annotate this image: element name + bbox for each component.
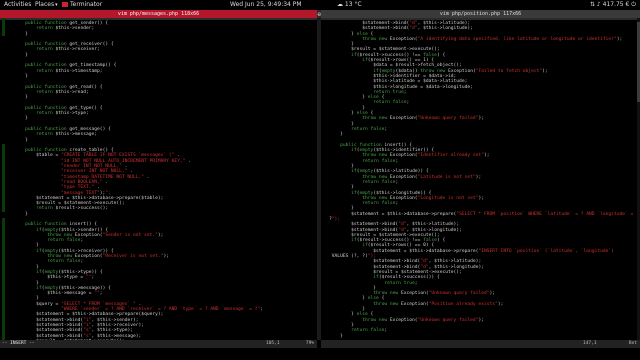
power-icon: ⏻ — [629, 1, 636, 8]
places-menu[interactable]: Places▾ — [35, 0, 58, 10]
left-editor-pane[interactable]: public function get_sender() { return $t… — [0, 18, 317, 340]
right-pane-title[interactable]: vim php/position.php 117x66 — [321, 10, 640, 18]
cursor-position: 105,1 — [266, 341, 280, 346]
app-menu[interactable]: Terminator — [62, 0, 102, 10]
right-status-line: 147,1 Bot — [321, 340, 640, 348]
places-label: Places — [35, 1, 55, 8]
network-icon: ⇅ — [589, 1, 597, 8]
indicator-text: 417.75 € — [602, 1, 630, 8]
left-pane-title[interactable]: vim php/messages.php 118x66 — [0, 10, 317, 18]
system-indicators[interactable]: ⇅ ♪ 417.75 € ⏻ — [590, 0, 636, 10]
code-line[interactable]: throw new Exception("A identifying data … — [329, 37, 640, 42]
activities-button[interactable]: Activities — [4, 0, 31, 10]
scroll-percent: Bot — [628, 341, 637, 346]
weather-text: 13 °C — [344, 1, 362, 8]
right-editor-pane[interactable]: $statement->bind("d", $this->latitude); … — [321, 18, 640, 340]
cloud-icon: ☁ — [337, 1, 345, 8]
scroll-percent: 79% — [305, 341, 314, 346]
chevron-down-icon: ▾ — [55, 2, 58, 8]
right-code-area[interactable]: $statement->bind("d", $this->latitude); … — [329, 21, 640, 339]
clock[interactable]: Wed Jun 25, 9:49:34 PM — [230, 0, 302, 10]
top-bar: Activities Places▾ Terminator Wed Jun 25… — [0, 0, 640, 10]
left-status-line: -- INSERT -- 105,1 79% — [0, 340, 317, 348]
cursor-position: 147,1 — [583, 341, 597, 346]
code-line[interactable]: $statement = $this->database->prepare("S… — [329, 212, 640, 217]
terminal-icon — [62, 2, 68, 7]
app-label: Terminator — [70, 1, 103, 8]
mode-indicator: -- INSERT -- — [2, 341, 35, 346]
left-code-area[interactable]: public function get_sender() { return $t… — [14, 21, 317, 340]
code-line[interactable]: } — [329, 334, 640, 339]
weather-indicator[interactable]: ☁ 13 °C — [337, 0, 362, 10]
fold-gutter — [0, 18, 8, 340]
